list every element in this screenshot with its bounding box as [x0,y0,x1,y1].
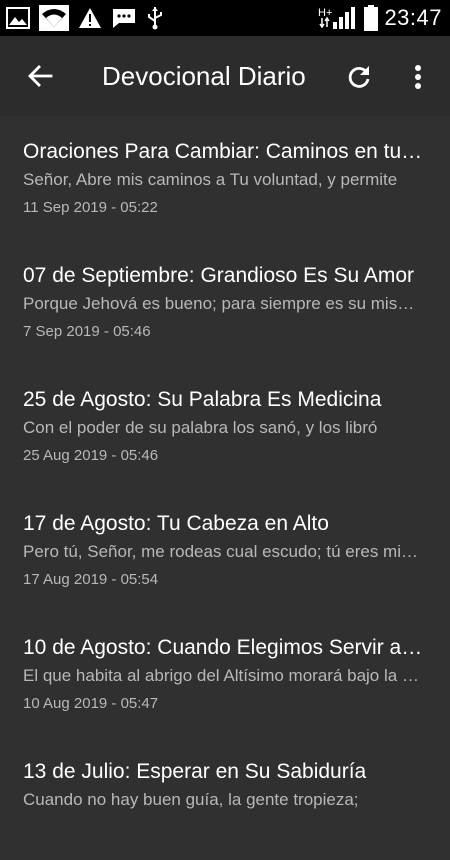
battery-icon [364,5,379,31]
devotional-list: Oraciones Para Cambiar: Caminos en tu Vo… [0,116,450,860]
item-title: 07 de Septiembre: Grandioso Es Su Amor [23,264,415,287]
item-title: 25 de Agosto: Su Palabra Es Medicina [23,388,382,411]
svg-text:H+: H+ [318,7,332,19]
item-title: Oraciones Para Cambiar: Caminos en tu Vo… [23,140,423,163]
status-system: H+ 23:47 [318,5,450,31]
page-title: Devocional Diario [102,60,306,91]
warning-icon [78,7,102,29]
item-date: 10 Aug 2019 - 05:47 [23,695,159,712]
refresh-button[interactable] [336,54,382,100]
status-notifications [0,5,164,31]
list-item[interactable]: 10 de Agosto: Cuando Elegimos Servir a D… [0,612,450,736]
status-bar: H+ 23:47 [0,0,450,36]
wifi-icon [39,5,69,31]
usb-icon [146,6,164,30]
arrow-left-icon [28,65,53,87]
item-summary: Pero tú, Señor, me rodeas cual escudo; t… [23,542,421,561]
item-summary: El que habita al abrigo del Altísimo mor… [23,666,421,685]
item-summary: Porque Jehová es bueno; para siempre es … [23,294,421,313]
list-item[interactable]: Oraciones Para Cambiar: Caminos en tu Vo… [0,116,450,240]
list-item[interactable]: 25 de Agosto: Su Palabra Es Medicina Con… [0,364,450,488]
more-vert-icon [415,65,421,89]
list-item[interactable]: 07 de Septiembre: Grandioso Es Su Amor P… [0,240,450,364]
item-date: 7 Sep 2019 - 05:46 [23,323,151,340]
item-title: 17 de Agosto: Tu Cabeza en Alto [23,512,329,535]
item-date: 25 Aug 2019 - 05:46 [23,447,159,464]
status-time: 23:47 [384,5,442,30]
refresh-icon [348,66,370,88]
item-date: 11 Sep 2019 - 05:22 [23,199,158,216]
image-icon [6,7,30,29]
back-button[interactable] [0,36,80,116]
item-summary: Cuando no hay buen guía, la gente tropie… [23,790,359,809]
app-bar: Devocional Diario [0,36,450,116]
item-title: 10 de Agosto: Cuando Elegimos Servir a D… [23,636,423,659]
list-item[interactable]: 17 de Agosto: Tu Cabeza en Alto Pero tú,… [0,488,450,612]
list-item[interactable]: 13 de Julio: Esperar en Su Sabiduría Cua… [0,736,450,860]
more-options-button[interactable] [398,54,438,100]
item-summary: Señor, Abre mis caminos a Tu voluntad, y… [23,170,398,189]
message-icon [111,7,137,29]
signal-icon: H+ [318,5,358,31]
item-summary: Con el poder de su palabra los sanó, y l… [23,418,378,437]
item-date: 17 Aug 2019 - 05:54 [23,571,159,588]
item-title: 13 de Julio: Esperar en Su Sabiduría [23,760,367,783]
